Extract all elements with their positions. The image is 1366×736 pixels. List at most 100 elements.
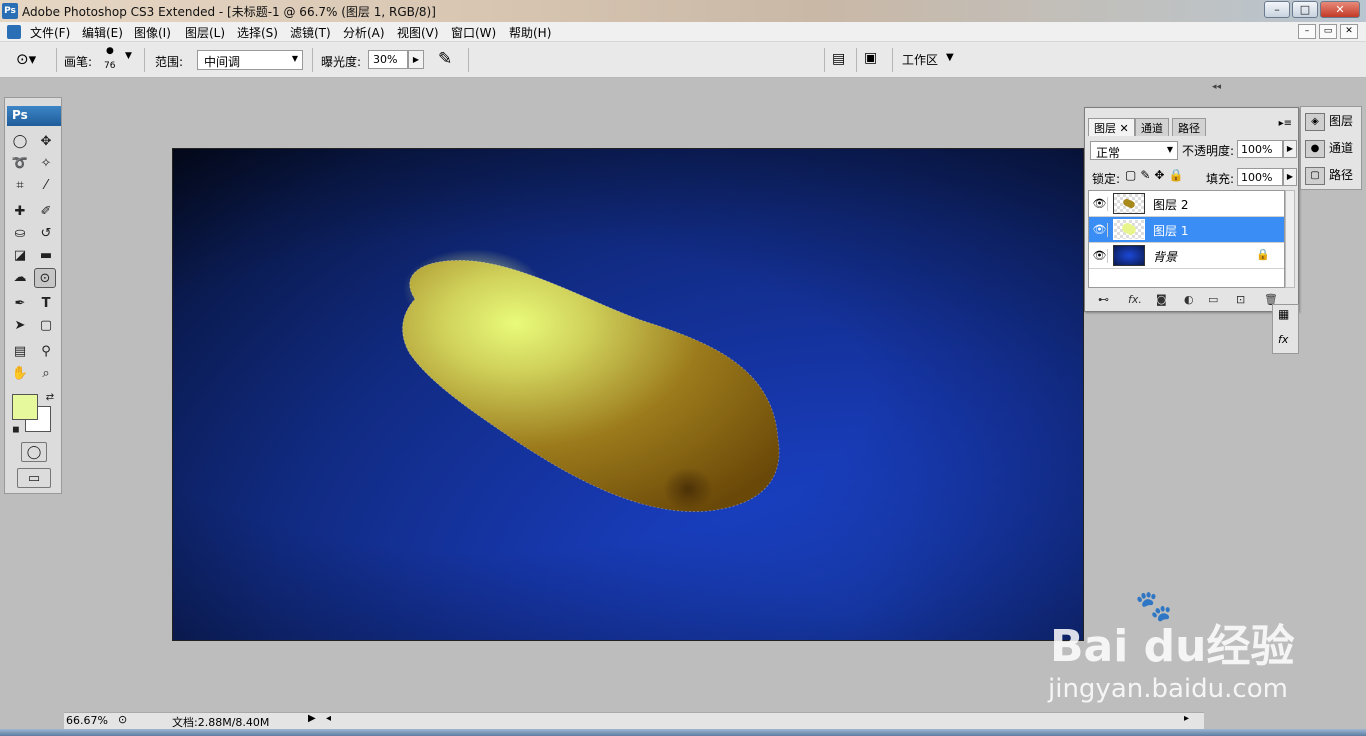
menu-image[interactable]: 图像(I) <box>134 24 171 41</box>
menu-layer[interactable]: 图层(L) <box>185 24 225 41</box>
new-layer-icon[interactable]: ⊡ <box>1236 293 1245 306</box>
zoom-tool-icon[interactable]: ⌕ <box>35 364 57 384</box>
menu-file[interactable]: 文件(F) <box>30 24 70 41</box>
blur-tool-icon[interactable]: ☁ <box>9 268 31 288</box>
link-layers-icon[interactable]: ⊷ <box>1098 293 1109 306</box>
new-group-icon[interactable]: ▭ <box>1208 293 1218 306</box>
add-mask-icon[interactable]: ◙ <box>1156 293 1167 306</box>
adjustment-layer-icon[interactable]: ◐ <box>1184 293 1194 306</box>
tab-channels[interactable]: 通道 <box>1135 118 1169 136</box>
menu-help[interactable]: 帮助(H) <box>509 24 551 41</box>
clone-stamp-icon[interactable]: ⛀ <box>9 224 31 244</box>
shape-tool-icon[interactable]: ▢ <box>35 316 57 336</box>
slice-tool-icon[interactable]: ⁄ <box>35 176 57 196</box>
menu-window[interactable]: 窗口(W) <box>451 24 496 41</box>
brush-dot-icon[interactable]: ● <box>106 46 114 56</box>
path-selection-icon[interactable]: ➤ <box>9 316 31 336</box>
notes-tool-icon[interactable]: ▤ <box>9 342 31 362</box>
screen-mode-icon[interactable]: ▭ <box>17 468 51 488</box>
hand-tool-icon[interactable]: ✋ <box>9 364 31 384</box>
status-menu-arrow-icon[interactable]: ▶ <box>308 713 316 724</box>
foreground-color-swatch[interactable] <box>12 394 38 420</box>
minimize-button[interactable]: – <box>1264 1 1290 18</box>
exposure-input[interactable]: 30% <box>368 50 408 69</box>
pen-tool-icon[interactable]: ✒ <box>9 294 31 314</box>
layer-panel-footer: ⊷ fx. ◙ ◐ ▭ ⊡ 🗑 <box>1088 291 1288 309</box>
menu-filter[interactable]: 滤镜(T) <box>290 24 331 41</box>
title-bar: Ps Adobe Photoshop CS3 Extended - [未标题-1… <box>0 0 1366 22</box>
doc-restore-button[interactable]: ▭ <box>1319 24 1337 39</box>
sponge-tool-preset-icon[interactable]: ⊙▾ <box>16 50 36 68</box>
layer-list-scrollbar[interactable] <box>1285 190 1295 288</box>
workspace-arrow-icon[interactable]: ▼ <box>946 52 954 63</box>
healing-brush-icon[interactable]: ✚ <box>9 202 31 222</box>
magic-wand-icon[interactable]: ✧ <box>35 154 57 174</box>
doc-close-button[interactable]: ✕ <box>1340 24 1358 39</box>
blend-mode-select[interactable]: 正常 ▼ <box>1090 141 1178 160</box>
menu-select[interactable]: 选择(S) <box>237 24 278 41</box>
default-colors-icon[interactable]: ◼ <box>5 420 27 440</box>
history-brush-icon[interactable]: ↺ <box>35 224 57 244</box>
collapsed-channels[interactable]: ● 通道 <box>1305 136 1361 160</box>
lasso-tool-icon[interactable]: ➰ <box>9 154 31 174</box>
tab-layers[interactable]: 图层 ✕ <box>1088 118 1135 136</box>
collapsed-layers[interactable]: ◈ 图层 <box>1305 109 1361 133</box>
fill-input[interactable]: 100% <box>1237 168 1283 186</box>
scroll-left-icon[interactable]: ◂ <box>326 713 331 724</box>
collapsed-paths[interactable]: ▢ 路径 <box>1305 163 1361 187</box>
window-controls: – □ ✕ <box>1264 1 1360 18</box>
airbrush-icon[interactable]: ✎ <box>438 49 452 69</box>
move-tool-icon[interactable]: ✥ <box>35 132 57 152</box>
menu-edit[interactable]: 编辑(E) <box>82 24 123 41</box>
menu-view[interactable]: 视图(V) <box>397 24 439 41</box>
eyedropper-icon[interactable]: ⚲ <box>35 342 57 362</box>
brush-tool-icon[interactable]: ✐ <box>35 202 57 222</box>
document-canvas[interactable] <box>172 148 1084 641</box>
eye-icon[interactable]: 👁 <box>1092 223 1108 237</box>
document-info: 文档:2.88M/8.40M <box>172 716 270 729</box>
workspace-button[interactable]: 工作区 <box>902 51 938 68</box>
lock-options-icons[interactable]: ▢✎✥🔒 <box>1125 168 1187 182</box>
exposure-slider-arrow-icon[interactable]: ▶ <box>408 50 424 69</box>
panel-menu-icon[interactable]: ▸≡ <box>1279 118 1292 129</box>
fx-icon[interactable]: fx <box>1278 333 1288 346</box>
layer-style-icon[interactable]: fx. <box>1128 293 1142 306</box>
brush-picker-arrow-icon[interactable]: ▼ <box>125 51 132 61</box>
close-button[interactable]: ✕ <box>1320 1 1360 18</box>
quick-mask-icon[interactable]: ◯ <box>21 442 47 462</box>
type-tool-icon[interactable]: T <box>35 294 57 314</box>
eye-icon[interactable]: 👁 <box>1092 249 1108 263</box>
tab-paths[interactable]: 路径 <box>1172 118 1206 136</box>
opacity-input[interactable]: 100% <box>1237 140 1283 158</box>
layers-icon: ◈ <box>1305 112 1325 131</box>
bridge-icon[interactable]: ▣ <box>864 50 877 66</box>
grid-icon[interactable]: ▦ <box>1278 307 1289 321</box>
separator <box>856 48 857 72</box>
status-icon[interactable]: ⊙ <box>118 713 127 726</box>
dock-collapse-icon[interactable]: ◂◂ <box>1212 82 1221 92</box>
eraser-tool-icon[interactable]: ◪ <box>9 246 31 266</box>
range-select[interactable]: 中间调 ▼ <box>197 50 303 70</box>
doc-minimize-button[interactable]: – <box>1298 24 1316 39</box>
os-taskbar <box>0 729 1366 736</box>
separator <box>824 48 825 72</box>
swap-colors-icon[interactable]: ⇄ <box>39 388 61 408</box>
crop-tool-icon[interactable]: ⌗ <box>9 176 31 196</box>
brush-size[interactable]: 76 <box>104 61 115 71</box>
layer-row[interactable]: 👁 图层 2 <box>1089 191 1284 217</box>
gradient-tool-icon[interactable]: ▬ <box>35 246 57 266</box>
opacity-slider-arrow-icon[interactable]: ▶ <box>1283 140 1297 158</box>
scroll-right-icon[interactable]: ▸ <box>1184 713 1189 724</box>
layer-row-selected[interactable]: 👁 图层 1 <box>1089 217 1284 243</box>
maximize-button[interactable]: □ <box>1292 1 1318 18</box>
fill-slider-arrow-icon[interactable]: ▶ <box>1283 168 1297 186</box>
menu-analysis[interactable]: 分析(A) <box>343 24 385 41</box>
sponge-tool-icon[interactable]: ⊙ <box>34 268 56 288</box>
channels-icon: ● <box>1305 139 1325 158</box>
zoom-level[interactable]: 66.67% <box>66 714 108 727</box>
marquee-tool-icon[interactable]: ◯ <box>9 132 31 152</box>
eye-icon[interactable]: 👁 <box>1092 197 1108 211</box>
palette-well-icon[interactable]: ▤ <box>832 51 845 67</box>
document-icon[interactable] <box>7 25 21 39</box>
layer-row[interactable]: 👁 背景 🔒 <box>1089 243 1284 269</box>
